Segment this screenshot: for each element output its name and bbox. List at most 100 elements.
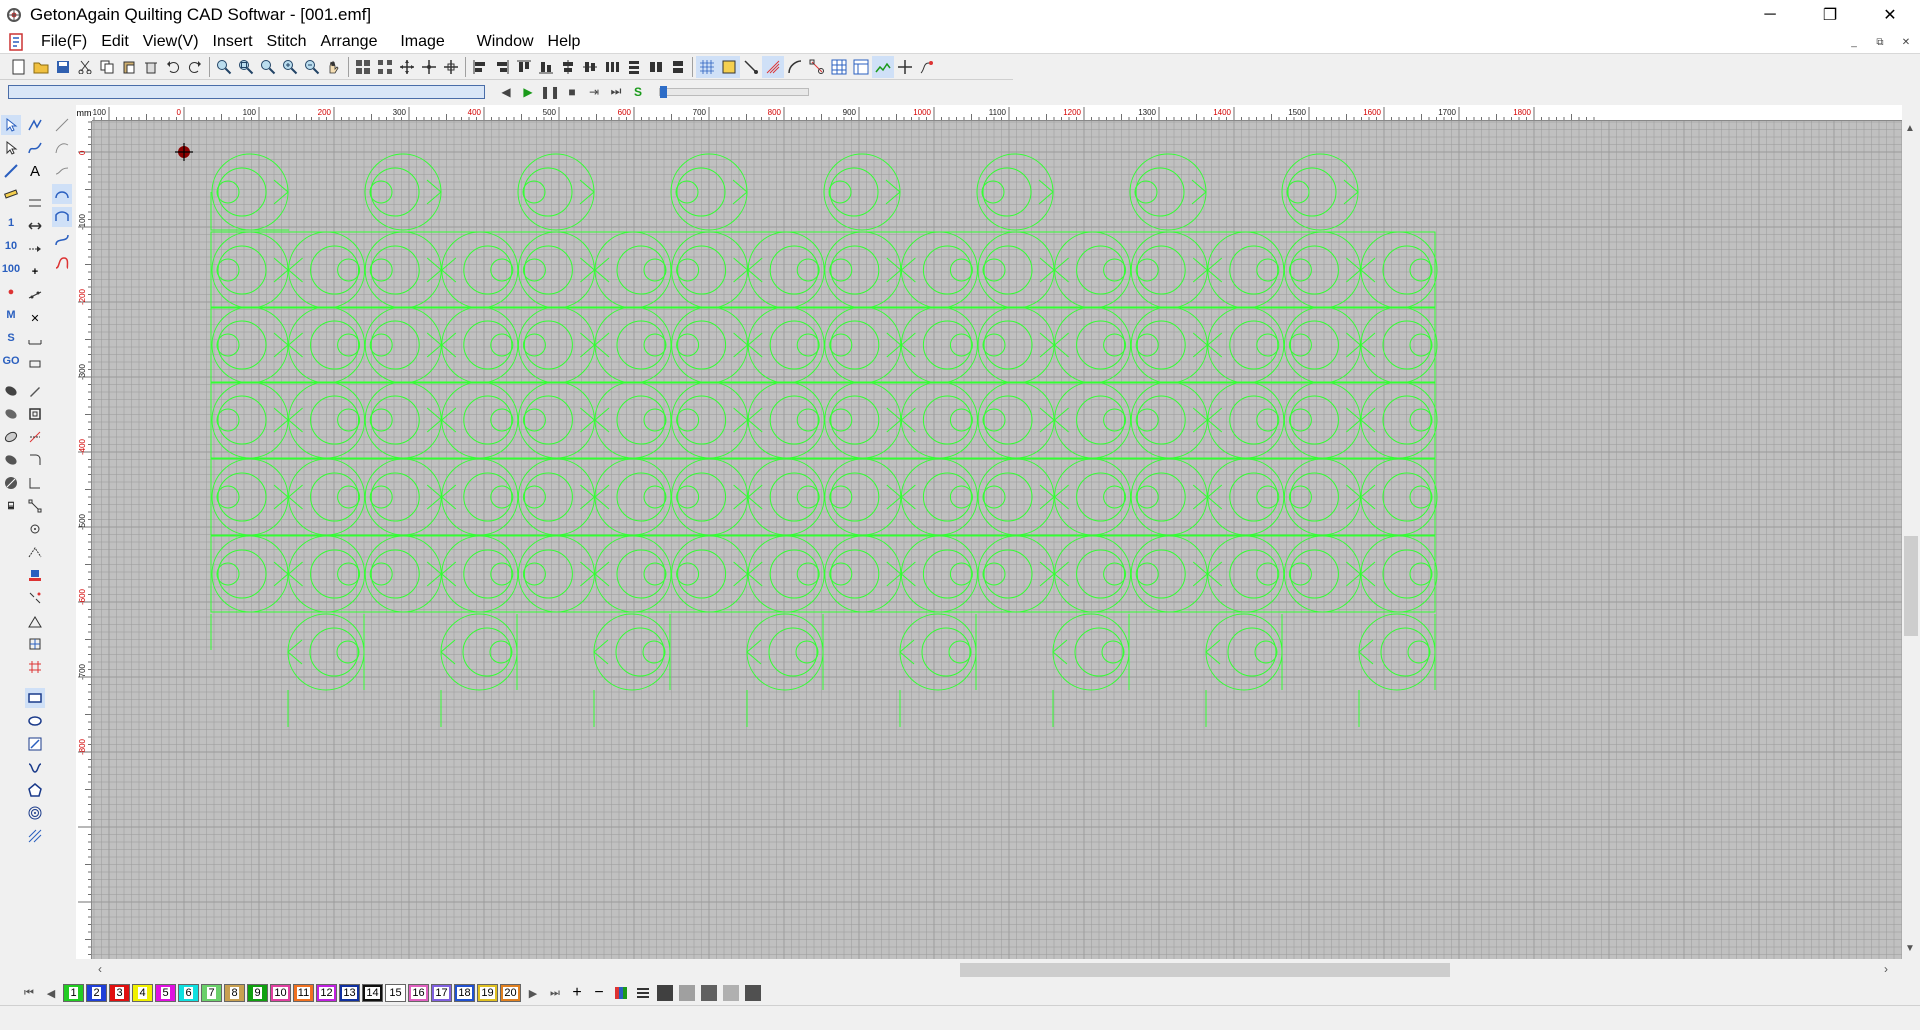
menu-file[interactable]: File(F) [34, 33, 94, 51]
s-curve-icon[interactable] [52, 230, 72, 250]
node-select-icon[interactable] [1, 138, 21, 158]
color-swatch-5[interactable]: 5 [155, 984, 176, 1002]
snap-icon[interactable] [718, 56, 740, 78]
color-swatch-11[interactable]: 11 [293, 984, 314, 1002]
circle-fill-icon[interactable] [1, 473, 21, 493]
crosshair-icon[interactable] [894, 56, 916, 78]
paste-icon[interactable] [118, 56, 140, 78]
color-swatch-19[interactable]: 19 [477, 984, 498, 1002]
parallel-icon[interactable] [25, 193, 45, 213]
horizontal-scroll-thumb[interactable] [960, 963, 1450, 977]
menu-arrange[interactable]: Arrange [314, 33, 385, 51]
minimize-button[interactable]: ─ [1740, 0, 1800, 30]
node-edit-icon[interactable] [806, 56, 828, 78]
remove-color-icon[interactable]: − [588, 984, 610, 1002]
needle-path-icon[interactable] [916, 56, 938, 78]
color-swatch-14[interactable]: 14 [362, 984, 383, 1002]
menu-insert[interactable]: Insert [206, 33, 260, 51]
cut-icon[interactable] [74, 56, 96, 78]
oval-fill-3-icon[interactable] [1, 450, 21, 470]
line-tool-icon[interactable] [740, 56, 762, 78]
copy-icon[interactable] [96, 56, 118, 78]
eraser-icon[interactable] [1, 427, 21, 447]
distribute-h-icon[interactable] [601, 56, 623, 78]
scale-10-icon[interactable]: 10 [1, 236, 21, 256]
trim-icon[interactable] [25, 427, 45, 447]
go-icon[interactable]: GO [1, 351, 21, 371]
corner-icon[interactable] [25, 473, 45, 493]
triangle-stitch-icon[interactable] [25, 542, 45, 562]
add-node-icon[interactable]: + [25, 262, 45, 282]
pause-icon[interactable]: ❚❚ [539, 83, 561, 101]
connect-icon[interactable] [25, 331, 45, 351]
zoom-out-icon[interactable] [301, 56, 323, 78]
gray-swatch[interactable] [723, 985, 739, 1001]
menu-help[interactable]: Help [541, 33, 588, 51]
design-canvas[interactable] [92, 121, 1902, 959]
horizontal-scrollbar[interactable]: ‹ › [92, 959, 1902, 981]
polygon-icon[interactable] [25, 780, 45, 800]
save-icon[interactable] [52, 56, 74, 78]
table-grid-icon[interactable] [828, 56, 850, 78]
prev-color-icon[interactable]: ◀ [40, 984, 62, 1002]
color-list-icon[interactable] [632, 984, 654, 1002]
palette-icon[interactable] [610, 984, 632, 1002]
scatter-icon[interactable] [25, 588, 45, 608]
pattern-m-icon[interactable]: M [1, 305, 21, 325]
rectangle-icon[interactable] [25, 688, 45, 708]
new-file-icon[interactable] [8, 56, 30, 78]
knife-icon[interactable] [1, 161, 21, 181]
color-swatch-8[interactable]: 8 [224, 984, 245, 1002]
color-swatch-3[interactable]: 3 [109, 984, 130, 1002]
align-vcenter-icon[interactable] [579, 56, 601, 78]
color-swatch-20[interactable]: 20 [500, 984, 521, 1002]
align-hcenter-icon[interactable] [557, 56, 579, 78]
freehand-icon[interactable] [25, 138, 45, 158]
align-left-icon[interactable] [469, 56, 491, 78]
wave-icon[interactable] [25, 757, 45, 777]
play-icon[interactable]: ▶ [517, 83, 539, 101]
color-swatch-18[interactable]: 18 [454, 984, 475, 1002]
stitch-point-icon[interactable]: ● [1, 282, 21, 302]
maximize-button[interactable]: ❐ [1800, 0, 1860, 30]
color-swatch-15[interactable]: 15 [385, 984, 406, 1002]
scale-1-icon[interactable]: 1 [1, 213, 21, 233]
gray-swatch[interactable] [745, 985, 761, 1001]
target-icon[interactable] [25, 519, 45, 539]
scallop-icon[interactable] [52, 207, 72, 227]
scroll-right-icon[interactable]: › [1884, 962, 1888, 976]
ungroup-icon[interactable] [374, 56, 396, 78]
close-button[interactable]: ✕ [1860, 0, 1920, 30]
show-grid-icon[interactable] [696, 56, 718, 78]
open-folder-icon[interactable] [30, 56, 52, 78]
stamp-icon[interactable] [25, 565, 45, 585]
text-path-icon[interactable]: ⌸ [1, 496, 21, 516]
half-circle-icon[interactable] [52, 184, 72, 204]
move-center-icon[interactable] [418, 56, 440, 78]
align-right-icon[interactable] [491, 56, 513, 78]
mdi-close-button[interactable]: ✕ [1896, 33, 1916, 51]
same-height-icon[interactable] [667, 56, 689, 78]
pattern-fill-icon[interactable] [25, 634, 45, 654]
document-icon[interactable] [6, 32, 26, 52]
spiral-icon[interactable] [25, 803, 45, 823]
last-color-icon[interactable]: ⏭ [544, 984, 566, 1002]
join-icon[interactable] [25, 285, 45, 305]
grid-array-icon[interactable] [25, 657, 45, 677]
scale-down-icon[interactable] [25, 611, 45, 631]
menu-stitch[interactable]: Stitch [260, 33, 314, 51]
speed-slider[interactable] [659, 85, 809, 98]
speed-slider-thumb[interactable] [660, 85, 667, 98]
color-swatch-16[interactable]: 16 [408, 984, 429, 1002]
next-color-icon[interactable]: ▶ [522, 984, 544, 1002]
color-swatch-2[interactable]: 2 [86, 984, 107, 1002]
extend-icon[interactable] [25, 239, 45, 259]
oval-fill-icon[interactable] [1, 381, 21, 401]
vertical-scroll-thumb[interactable] [1904, 536, 1918, 636]
add-color-icon[interactable]: + [566, 984, 588, 1002]
redo-icon[interactable] [184, 56, 206, 78]
hatch-icon[interactable] [25, 826, 45, 846]
ruler-measure-icon[interactable] [1, 184, 21, 204]
undo-icon[interactable] [162, 56, 184, 78]
edit-shape-icon[interactable] [25, 734, 45, 754]
